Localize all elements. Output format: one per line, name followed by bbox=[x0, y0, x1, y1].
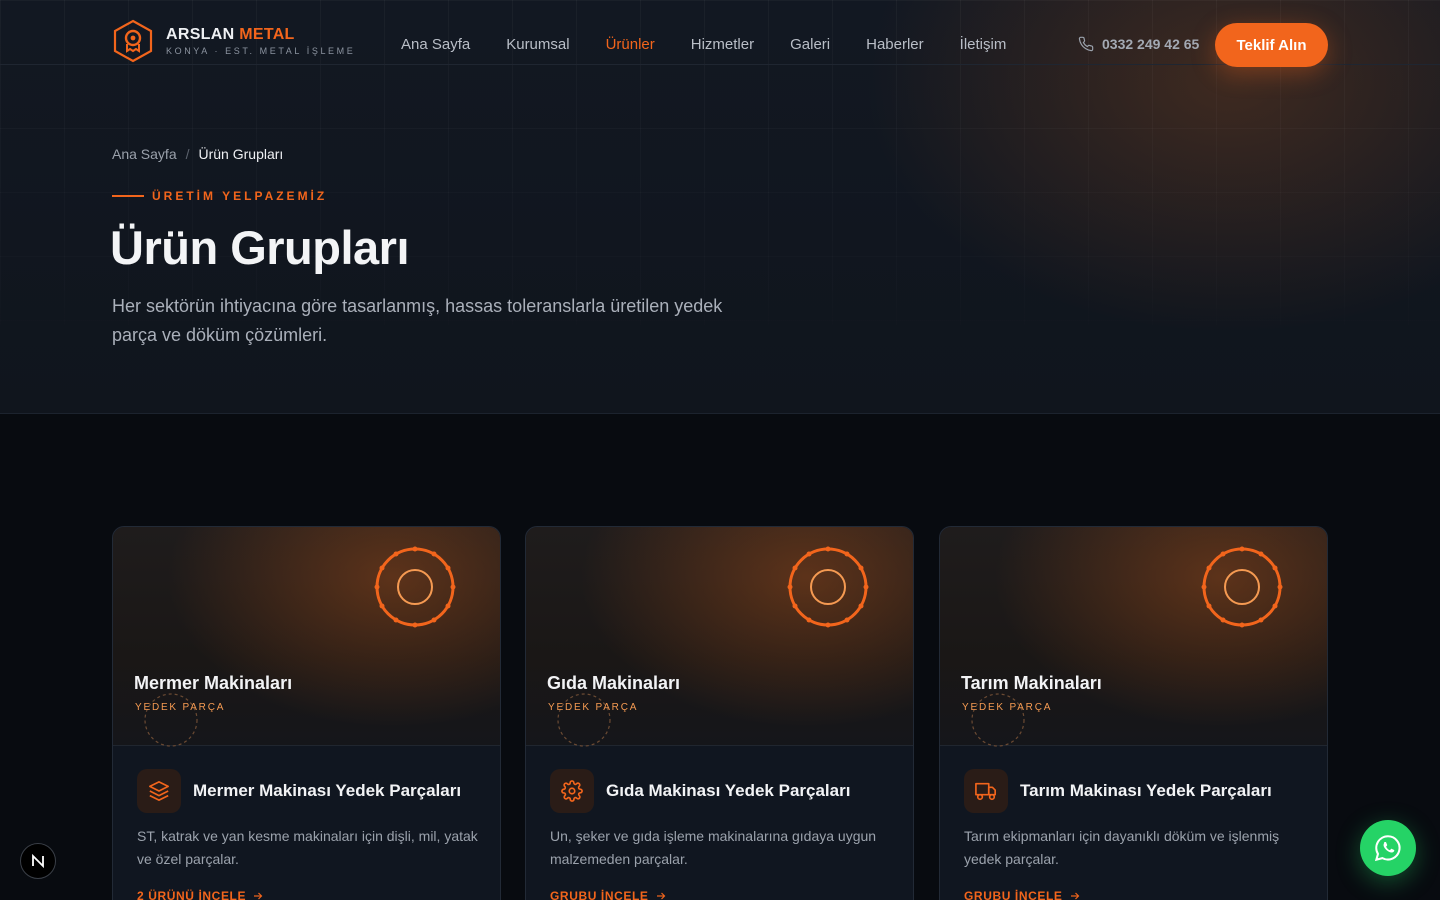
card-icon-box bbox=[964, 769, 1008, 813]
breadcrumb: Ana Sayfa / Ürün Grupları bbox=[112, 146, 283, 162]
gear-icon bbox=[561, 780, 583, 802]
phone-link[interactable]: 0332 249 42 65 bbox=[1078, 36, 1199, 52]
gear-ring-decoration-icon bbox=[1201, 546, 1283, 628]
card-category-tag: YEDEK PARÇA bbox=[962, 702, 1053, 713]
arrow-right-icon bbox=[1070, 892, 1079, 900]
card-description: ST, katrak ve yan kesme makinaları için … bbox=[137, 828, 478, 867]
layers-icon bbox=[149, 781, 169, 801]
phone-number: 0332 249 42 65 bbox=[1102, 36, 1200, 52]
nav-item-urunler[interactable]: Ürünler bbox=[606, 36, 655, 53]
arrow-right-icon bbox=[254, 892, 263, 900]
brand-logo[interactable]: ARSLAN METAL KONYA · EST. METAL İŞLEME bbox=[112, 19, 355, 63]
card-link-label: GRUBU İNCELE bbox=[550, 889, 649, 900]
card-link-label: GRUBU İNCELE bbox=[964, 889, 1063, 900]
product-group-card-gida[interactable]: Gıda Makinaları YEDEK PARÇA Gıda Makinas… bbox=[525, 526, 914, 900]
nav-item-galeri[interactable]: Galeri bbox=[790, 36, 830, 53]
phone-icon bbox=[1078, 36, 1094, 52]
product-group-card-mermer[interactable]: Mermer Makinaları YEDEK PARÇA Mermer Mak… bbox=[112, 526, 501, 900]
card-link[interactable]: GRUBU İNCELE bbox=[550, 889, 667, 900]
gear-ring-decoration-icon bbox=[787, 546, 869, 628]
whatsapp-button[interactable] bbox=[1360, 820, 1416, 876]
page-description: Her sektörün ihtiyacına göre tasarlanmış… bbox=[112, 296, 723, 345]
dashed-circle-decoration-icon bbox=[144, 693, 198, 747]
truck-icon bbox=[975, 782, 996, 801]
card-category-name: Gıda Makinaları bbox=[547, 673, 681, 693]
brand-name-main: ARSLAN bbox=[166, 26, 235, 43]
brand-subtitle: KONYA · EST. METAL İŞLEME bbox=[166, 46, 356, 56]
card-image-area: Mermer Makinaları YEDEK PARÇA bbox=[113, 527, 500, 747]
next-logo-icon[interactable] bbox=[20, 843, 56, 879]
whatsapp-icon bbox=[1374, 835, 1401, 862]
dashed-circle-decoration-icon bbox=[971, 693, 1025, 747]
dashed-circle-decoration-icon bbox=[557, 693, 611, 747]
arrow-right-icon bbox=[656, 892, 665, 900]
card-link[interactable]: GRUBU İNCELE bbox=[964, 889, 1081, 900]
get-quote-button[interactable]: Teklif Alın bbox=[1215, 23, 1328, 67]
card-image-area: Tarım Makinaları YEDEK PARÇA bbox=[940, 527, 1327, 747]
card-description: Tarım ekipmanları için dayanıklı döküm v… bbox=[964, 828, 1280, 867]
nav-item-haberler[interactable]: Haberler bbox=[866, 36, 924, 53]
brand-name-accent: METAL bbox=[239, 26, 295, 43]
card-description: Un, şeker ve gıda işleme makinalarına gı… bbox=[550, 828, 877, 867]
card-category-name: Mermer Makinaları bbox=[134, 673, 293, 693]
eyebrow-text: ÜRETİM YELPAZEMİZ bbox=[152, 189, 328, 203]
breadcrumb-home-link[interactable]: Ana Sayfa bbox=[112, 146, 177, 162]
nav-item-ana-sayfa[interactable]: Ana Sayfa bbox=[401, 36, 470, 53]
card-heading: Tarım Makinası Yedek Parçaları bbox=[1020, 781, 1272, 800]
main-nav: Ana Sayfa Kurumsal Ürünler Hizmetler Gal… bbox=[401, 36, 1042, 53]
card-image-area: Gıda Makinaları YEDEK PARÇA bbox=[526, 527, 913, 747]
card-link-label: 2 ÜRÜNÜ İNCELE bbox=[137, 889, 247, 900]
card-heading: Gıda Makinası Yedek Parçaları bbox=[606, 781, 851, 800]
breadcrumb-separator: / bbox=[185, 146, 190, 162]
site-header: ARSLAN METAL KONYA · EST. METAL İŞLEME A… bbox=[0, 0, 1440, 67]
brand-name: ARSLAN METAL bbox=[166, 26, 355, 44]
nav-item-hizmetler[interactable]: Hizmetler bbox=[691, 36, 754, 53]
logo-hexagon-icon bbox=[113, 19, 153, 63]
card-icon-box bbox=[550, 769, 594, 813]
nav-item-kurumsal[interactable]: Kurumsal bbox=[506, 36, 569, 53]
gear-ring-decoration-icon bbox=[374, 546, 456, 628]
card-category-name: Tarım Makinaları bbox=[961, 673, 1102, 693]
hero-eyebrow: ÜRETİM YELPAZEMİZ bbox=[112, 189, 327, 203]
card-heading: Mermer Makinası Yedek Parçaları bbox=[193, 781, 462, 800]
card-category-tag: YEDEK PARÇA bbox=[135, 702, 226, 713]
nav-item-iletisim[interactable]: İletişim bbox=[960, 36, 1007, 53]
next-logo-glyph bbox=[32, 853, 44, 869]
breadcrumb-current: Ürün Grupları bbox=[198, 146, 284, 162]
eyebrow-line bbox=[112, 195, 144, 197]
page-title: Ürün Grupları bbox=[110, 221, 410, 274]
card-icon-box bbox=[137, 769, 181, 813]
product-group-card-tarim[interactable]: Tarım Makinaları YEDEK PARÇA Tarım Makin… bbox=[939, 526, 1328, 900]
card-category-tag: YEDEK PARÇA bbox=[548, 702, 639, 713]
card-link[interactable]: 2 ÜRÜNÜ İNCELE bbox=[137, 889, 264, 900]
